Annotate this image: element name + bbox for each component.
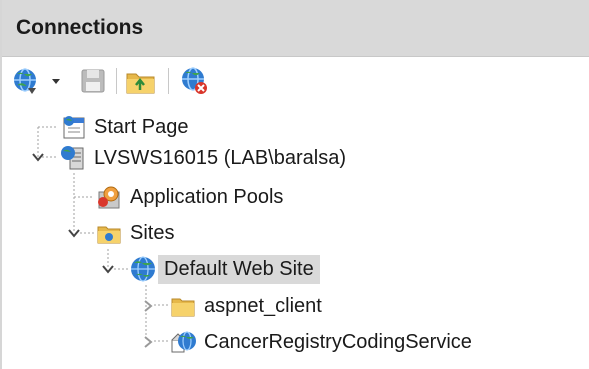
chevron-down-icon[interactable] [66,225,82,241]
globe-disconnect-icon [182,67,207,94]
tree-node-label: Application Pools [130,185,284,208]
start-page-icon [63,116,85,139]
tree-node-label: aspnet_client [204,294,322,317]
globe-icon [131,256,155,282]
sites-folder-icon [97,226,121,244]
globe-connect-icon [14,68,36,94]
tree-node-label: LVSWS16015 (LAB\baralsa) [94,146,346,169]
chevron-right-icon[interactable] [140,334,156,350]
tree-node-server[interactable]: LVSWS16015 (LAB\baralsa) [58,141,352,175]
disconnect-button[interactable] [178,66,212,96]
connections-toolbar [2,57,589,105]
tree-node-start-page[interactable]: Start Page [58,110,195,144]
connections-tree: Start Page LVSWS16015 (LAB\baralsa) Appl… [2,105,589,369]
up-folder-button[interactable] [124,66,158,96]
folder-up-icon [126,73,155,94]
save-icon [81,69,105,93]
chevron-down-icon [52,79,60,84]
connections-panel: Connections Start Page LVSWS16015 (LAB\b… [0,0,589,369]
tree-node-label: Default Web Site [158,254,320,284]
application-pools-icon [98,186,120,209]
connect-button[interactable] [12,66,50,96]
tree-node-default-web-site[interactable]: Default Web Site [128,252,320,286]
tree-node-sites[interactable]: Sites [94,216,180,250]
tree-node-label: Sites [130,221,175,244]
toolbar-separator [116,68,117,94]
connect-dropdown-button[interactable] [50,66,62,96]
save-button[interactable] [78,66,108,96]
chevron-down-icon[interactable] [30,149,46,165]
server-globe-icon [61,146,84,170]
panel-header: Connections [2,0,589,57]
folder-icon [171,298,195,317]
tree-node-label: Start Page [94,115,189,138]
chevron-down-icon[interactable] [100,261,116,277]
chevron-right-icon[interactable] [140,298,156,314]
panel-title: Connections [16,16,144,39]
web-application-icon [171,331,196,353]
tree-node-cancer-registry-coding-service[interactable]: CancerRegistryCodingService [168,325,478,359]
tree-node-aspnet-client[interactable]: aspnet_client [168,289,328,323]
tree-node-label: CancerRegistryCodingService [204,330,472,353]
toolbar-separator [168,68,169,94]
tree-node-application-pools[interactable]: Application Pools [94,180,289,214]
